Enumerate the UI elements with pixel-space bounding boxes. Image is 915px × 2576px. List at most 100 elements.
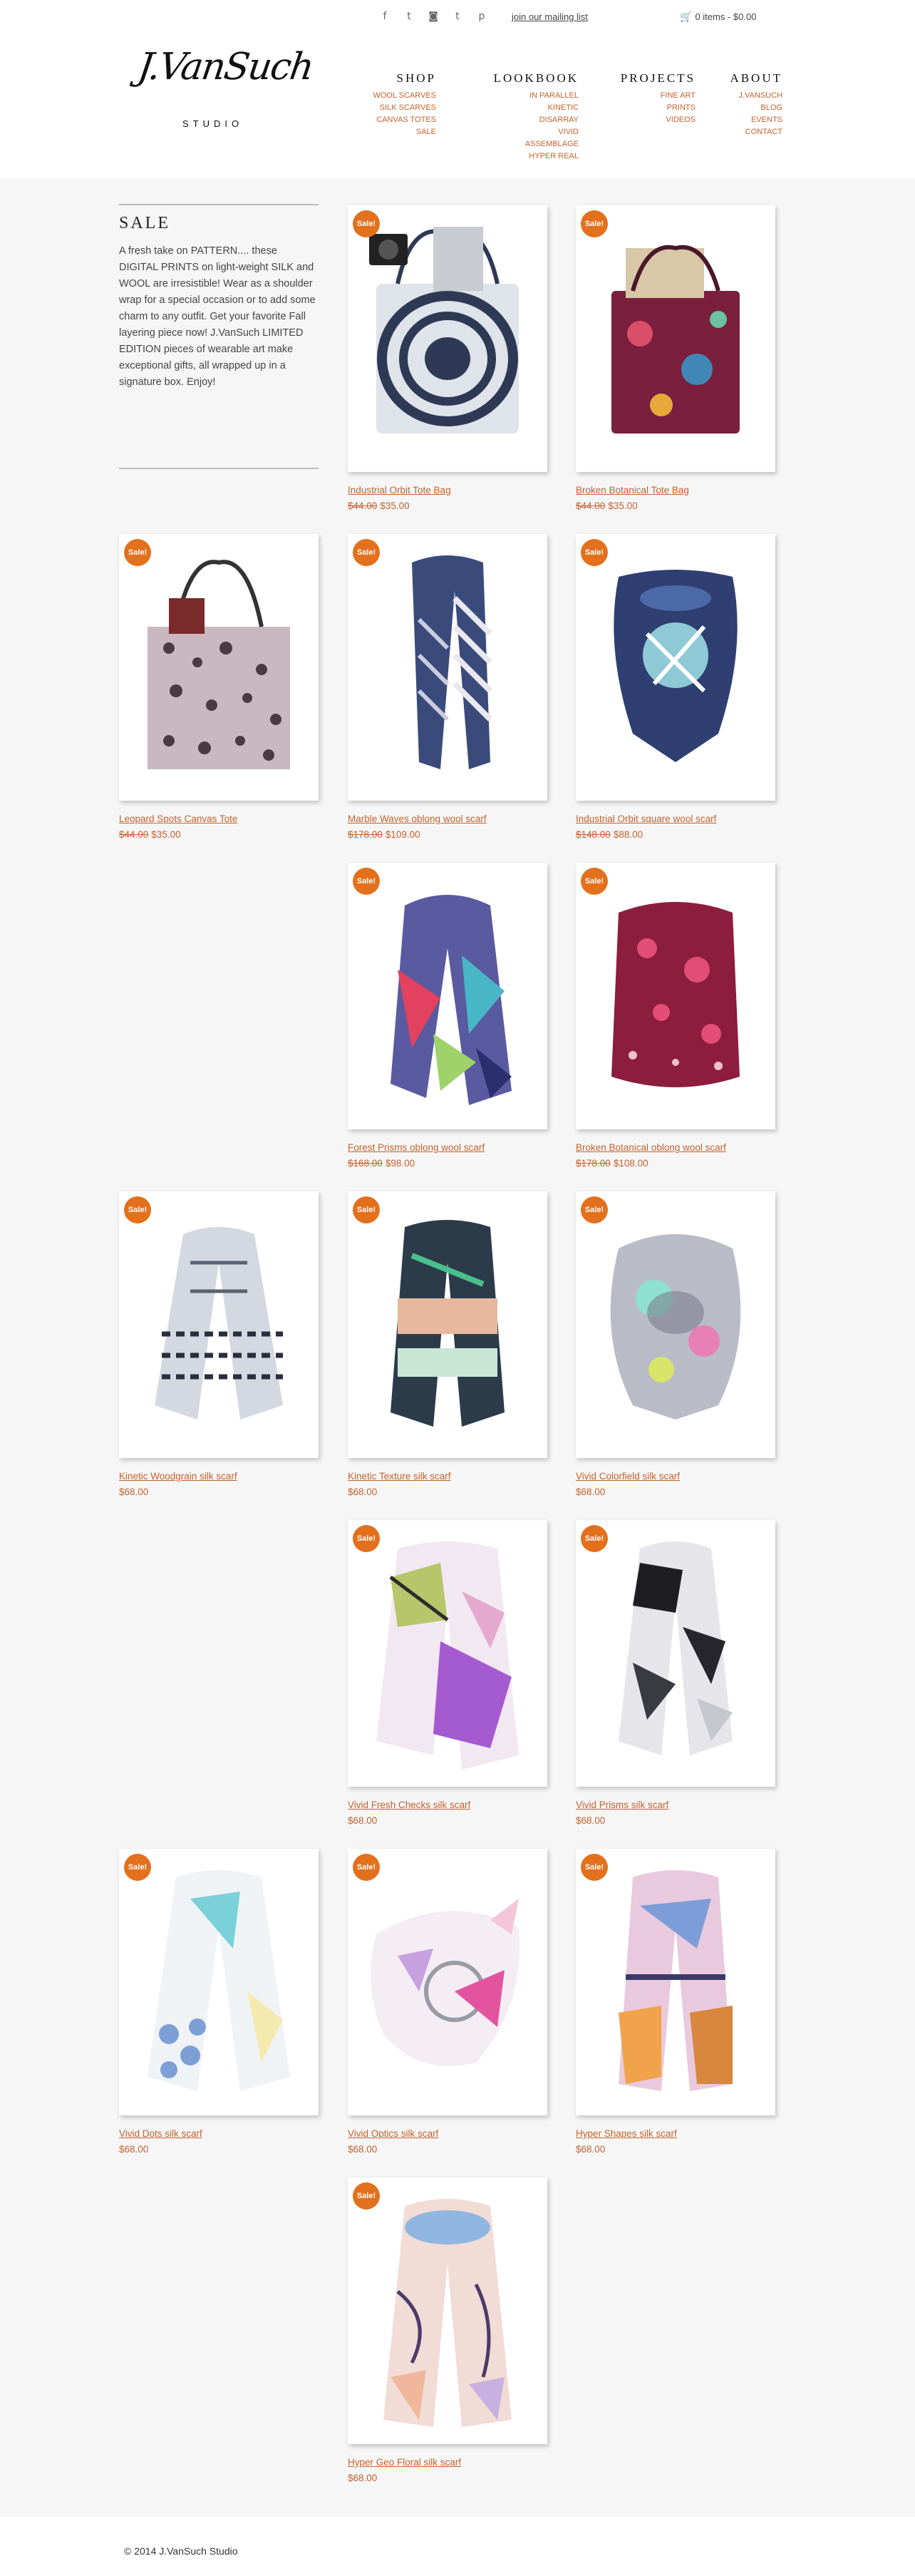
sale-price: $68.00 (348, 2144, 378, 2155)
product-name[interactable]: Vivid Dots silk scarf (119, 2128, 202, 2139)
product-image[interactable]: Sale! (576, 205, 775, 472)
product-image[interactable]: Sale! (348, 2177, 547, 2444)
product-name[interactable]: Hyper Geo Floral silk scarf (348, 2457, 461, 2468)
product-item[interactable]: Sale! Industrial Orbit square wool scarf… (576, 534, 775, 841)
product-name[interactable]: Hyper Shapes silk scarf (576, 2128, 677, 2139)
product-image[interactable]: Sale! (119, 1849, 319, 2115)
product-item[interactable]: Sale! Vivid Colorfield silk scarf $68.00 (576, 1191, 775, 1498)
tumblr-icon[interactable]: t (450, 10, 465, 23)
sale-badge: Sale! (353, 1196, 380, 1223)
nav-title-lookbook[interactable]: LOOKBOOK (477, 71, 579, 86)
sale-price: $109.00 (385, 829, 420, 840)
product-image[interactable]: Sale! (119, 534, 319, 801)
product-name[interactable]: Kinetic Texture silk scarf (348, 1471, 451, 1482)
product-name[interactable]: Industrial Orbit square wool scarf (576, 814, 716, 824)
product-image[interactable]: Sale! (348, 1520, 547, 1787)
nav-item-assemblage[interactable]: ASSEMBLAGE (477, 138, 579, 150)
nav-title-shop[interactable]: SHOP (371, 71, 436, 86)
nav-item-hyper-real[interactable]: HYPER REAL (477, 150, 579, 163)
product-name[interactable]: Marble Waves oblong wool scarf (348, 814, 487, 824)
nav-item-fine-art[interactable]: FINE ART (606, 90, 696, 102)
original-price: $44.00 (119, 829, 149, 840)
nav-item-wool-scarves[interactable]: WOOL SCARVES (371, 90, 436, 102)
nav-item-contact[interactable]: CONTACT (720, 126, 782, 138)
nav-item-blog[interactable]: BLOG (720, 102, 782, 114)
product-name[interactable]: Broken Botanical Tote Bag (576, 485, 689, 496)
product-name[interactable]: Vivid Fresh Checks silk scarf (348, 1800, 470, 1810)
product-image[interactable]: Sale! (576, 1191, 775, 1458)
logo-script: J.VanSuch (135, 46, 316, 88)
product-item[interactable]: Sale! Broken Botanical oblong wool scarf… (576, 863, 775, 1169)
product-image[interactable]: Sale! (348, 534, 547, 801)
product-name[interactable]: Forest Prisms oblong wool scarf (348, 1142, 485, 1153)
product-image[interactable]: Sale! (348, 863, 547, 1129)
product-image[interactable]: Sale! (348, 1191, 547, 1458)
product-image[interactable]: Sale! (576, 863, 775, 1129)
product-item[interactable]: Sale! Industrial Orbit Tote Bag $44.00 $3… (348, 205, 547, 512)
product-name[interactable]: Vivid Prisms silk scarf (576, 1800, 668, 1810)
product-name[interactable]: Leopard Spots Canvas Tote (119, 814, 237, 824)
nav-title-projects[interactable]: PROJECTS (606, 71, 696, 86)
mailing-list-link[interactable]: join our mailing list (512, 11, 588, 22)
sale-badge: Sale! (581, 868, 608, 895)
product-image[interactable]: Sale! (576, 534, 775, 801)
product-item[interactable]: Sale! Hyper Shapes silk scarf $68.00 (576, 1849, 775, 2155)
product-item[interactable]: Sale! Vivid Prisms silk scarf $68.00 (576, 1520, 775, 1827)
nav-item-events[interactable]: EVENTS (720, 114, 782, 126)
copyright-text: © 2014 J.VanSuch Studio (124, 2545, 238, 2557)
scarf-image (614, 570, 738, 762)
nav-item-disarray[interactable]: DISARRAY (477, 114, 579, 126)
product-image[interactable]: Sale! (576, 1849, 775, 2115)
twitter-icon[interactable]: t (402, 10, 416, 23)
product-image[interactable]: Sale! (348, 205, 547, 472)
instagram-icon[interactable]: ◙ (426, 10, 440, 23)
sale-badge: Sale! (353, 1525, 380, 1552)
product-price: $178.00 $109.00 (348, 829, 420, 840)
product-image[interactable]: Sale! (576, 1520, 775, 1787)
tote-bag-image (148, 560, 290, 769)
original-price: $148.00 (576, 829, 611, 840)
product-item[interactable]: Sale! Broken Botanical Tote Bag $44.00 $3… (576, 205, 775, 512)
product-item[interactable]: Sale! Kinetic Woodgrain silk scarf $68.0… (119, 1191, 319, 1498)
product-item[interactable]: Sale! Marble Waves oblong wool scarf $17… (348, 534, 547, 841)
product-item[interactable]: Sale! Vivid Optics silk scarf $68.00 (348, 1849, 547, 2155)
product-name[interactable]: Vivid Optics silk scarf (348, 2128, 438, 2139)
product-item[interactable]: Sale! Leopard Spots Canvas Tote $44.00 $3… (119, 534, 319, 841)
main-content: SALE A fresh take on PATTERN.... these D… (0, 178, 915, 2517)
product-image[interactable]: Sale! (119, 1191, 319, 1458)
product-name[interactable]: Vivid Colorfield silk scarf (576, 1471, 680, 1482)
nav-title-about[interactable]: ABOUT (720, 71, 782, 86)
nav-item-kinetic[interactable]: KINETIC (477, 102, 579, 114)
sale-badge: Sale! (353, 539, 380, 566)
sale-title: SALE (119, 214, 170, 232)
sale-badge: Sale! (353, 210, 380, 237)
sale-badge: Sale! (581, 1196, 608, 1223)
product-image[interactable]: Sale! (348, 1849, 547, 2115)
product-name[interactable]: Industrial Orbit Tote Bag (348, 485, 451, 496)
pinterest-icon[interactable]: p (475, 10, 489, 23)
site-logo[interactable]: J.VanSuch STUDIO (135, 46, 316, 153)
nav-item-canvas-totes[interactable]: CANVAS TOTES (371, 114, 436, 126)
original-price: $44.00 (348, 501, 378, 511)
nav-item-silk-scarves[interactable]: SILK SCARVES (371, 102, 436, 114)
cart-link[interactable]: 🛒 0 items - $0.00 (680, 11, 756, 23)
nav-item-videos[interactable]: VIDEOS (606, 114, 696, 126)
sale-price: $108.00 (613, 1158, 648, 1169)
sale-badge: Sale! (581, 1854, 608, 1881)
product-item[interactable]: Sale! Forest Prisms oblong wool scarf $1… (348, 863, 547, 1169)
scarf-image (391, 895, 512, 1105)
product-item[interactable]: Sale! Vivid Dots silk scarf $68.00 (119, 1849, 319, 2155)
nav-item-prints[interactable]: PRINTS (606, 102, 696, 114)
nav-item-vivid[interactable]: VIVID (477, 126, 579, 138)
nav-item-in-parallel[interactable]: IN PARALLEL (477, 90, 579, 102)
facebook-icon[interactable]: f (378, 10, 392, 23)
nav-item-sale[interactable]: SALE (371, 126, 436, 138)
product-item[interactable]: Sale! Vivid Fresh Checks silk scarf $68.… (348, 1520, 547, 1827)
scarf-image (376, 1541, 519, 1770)
nav-item-jvansuch[interactable]: J.VANSUCH (720, 90, 782, 102)
product-item[interactable]: Sale! Hyper Geo Floral silk scarf $68.00 (348, 2177, 547, 2484)
site-footer: © 2014 J.VanSuch Studio (0, 2517, 915, 2576)
product-item[interactable]: Sale! Kinetic Texture silk scarf $68.00 (348, 1191, 547, 1498)
product-name[interactable]: Kinetic Woodgrain silk scarf (119, 1471, 237, 1482)
product-name[interactable]: Broken Botanical oblong wool scarf (576, 1142, 726, 1153)
